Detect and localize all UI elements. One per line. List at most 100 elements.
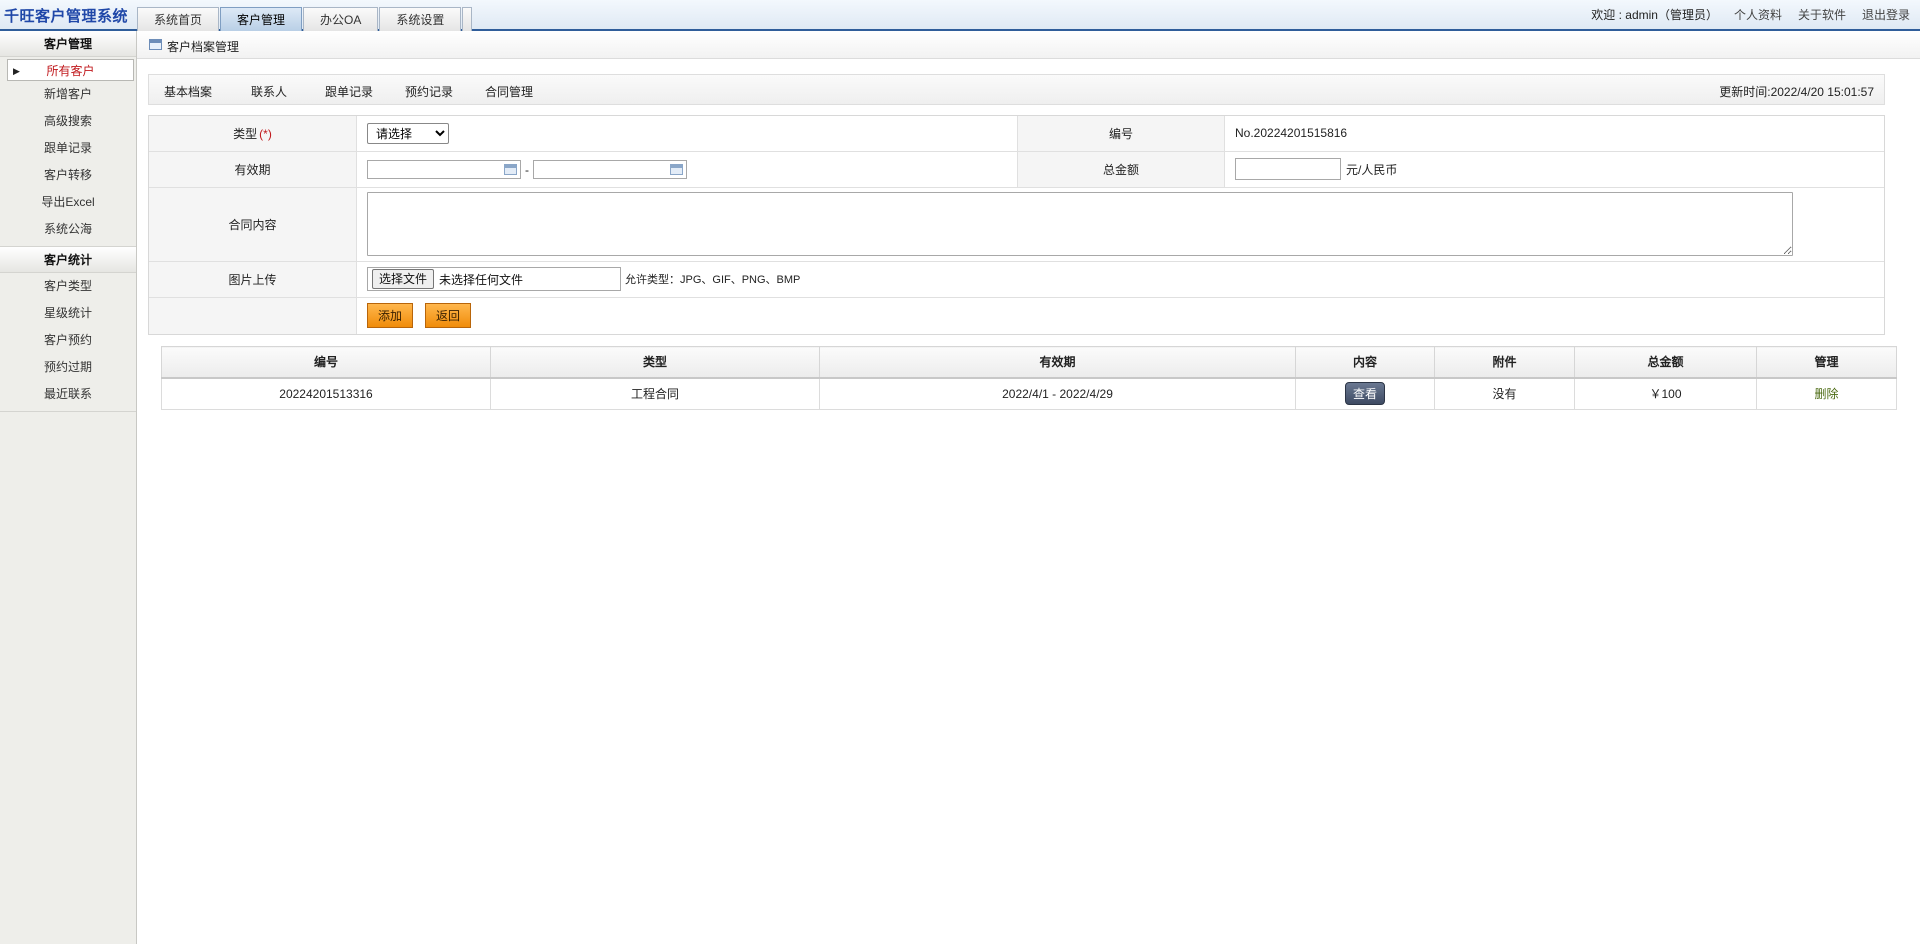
profile-link[interactable]: 个人资料 [1734,6,1782,23]
nav-tab-oa[interactable]: 办公OA [303,7,379,31]
back-button[interactable]: 返回 [425,303,471,328]
delete-link[interactable]: 删除 [1814,387,1838,401]
sidebar-item-expired[interactable]: 预约过期 [0,354,136,381]
col-validity: 有效期 [819,346,1296,379]
file-input[interactable]: 选择文件 未选择任何文件 [367,267,621,291]
cell-total: ￥100 [1574,377,1757,410]
form-row-content: 合同内容 [149,188,1884,262]
cell-manage: 删除 [1756,377,1897,410]
page-header: 客户档案管理 [137,31,1920,59]
nav-tab-customer[interactable]: 客户管理 [220,7,303,31]
sidebar-item-appointments[interactable]: 客户预约 [0,327,136,354]
cell-validity: 2022/4/1 - 2022/4/29 [819,377,1296,410]
type-select[interactable]: 请选择 [367,123,449,144]
nav-tab-settings[interactable]: 系统设置 [379,7,462,31]
sidebar-divider [0,408,136,412]
sidebar: 客户管理 ▶ 所有客户 新增客户 高级搜索 跟单记录 客户转移 导出Excel … [0,31,137,944]
actions-label [149,298,357,334]
cell-content: 查看 [1295,377,1435,410]
calendar-icon[interactable] [504,164,517,175]
col-content: 内容 [1295,346,1435,379]
choose-file-button[interactable]: 选择文件 [372,269,435,289]
tab-followup[interactable]: 跟单记录 [325,83,373,100]
total-cell: 元/人民币 [1235,158,1397,180]
date-from-input[interactable] [367,160,521,179]
required-mark: (*) [259,126,272,141]
sidebar-group-title: 客户管理 [0,31,136,57]
form-row-validity: 有效期 - 总金额 元/人民币 [149,152,1884,188]
main-content: 客户档案管理 基本档案 联系人 跟单记录 预约记录 合同管理 更新时间:2022… [137,31,1920,944]
validity-cell: - [367,160,687,179]
caret-right-icon: ▶ [13,66,20,76]
form-row-type: 类型 (*) 请选择 编号 No.20224201515816 [149,116,1884,152]
cell-type: 工程合同 [490,377,820,410]
contract-form: 类型 (*) 请选择 编号 No.20224201515816 有效期 - 总金… [148,115,1885,335]
tab-appointments[interactable]: 预约记录 [405,83,453,100]
view-button[interactable]: 查看 [1344,382,1385,406]
nav-tab-home[interactable]: 系统首页 [137,7,220,31]
table-row: 20224201513316 工程合同 2022/4/1 - 2022/4/29… [161,377,1897,410]
sidebar-group-customer: 客户管理 ▶ 所有客户 新增客户 高级搜索 跟单记录 客户转移 导出Excel … [0,31,136,243]
allowed-types: 允许类型：JPG、GIF、PNG、BMP [625,274,801,286]
validity-label: 有效期 [149,152,357,187]
tab-contracts[interactable]: 合同管理 [485,83,533,100]
top-header: 千旺客户管理系统 系统首页 客户管理 办公OA 系统设置 欢迎 : admin（… [0,0,1920,31]
upload-label: 图片上传 [149,262,357,297]
sidebar-item-followup[interactable]: 跟单记录 [0,135,136,162]
user-area: 欢迎 : admin（管理员） 个人资料 关于软件 退出登录 [1591,6,1910,23]
content-label: 合同内容 [149,188,357,261]
type-label-text: 类型 [233,127,258,141]
type-cell: 请选择 [367,123,449,144]
sidebar-item-new-customer[interactable]: 新增客户 [0,81,136,108]
page-title: 客户档案管理 [167,40,240,54]
sidebar-item-recent-contact[interactable]: 最近联系 [0,381,136,408]
date-to-input[interactable] [533,160,687,179]
col-type: 类型 [490,346,820,379]
actions-cell: 添加 返回 [367,303,483,328]
window-icon [149,39,162,50]
col-attachment: 附件 [1434,346,1575,379]
table-header-row: 编号 类型 有效期 内容 附件 总金额 管理 [161,346,1897,379]
sidebar-item-advanced-search[interactable]: 高级搜索 [0,108,136,135]
sub-tabs: 基本档案 联系人 跟单记录 预约记录 合同管理 更新时间:2022/4/20 1… [148,74,1885,105]
form-row-actions: 添加 返回 [149,298,1884,334]
tab-contacts[interactable]: 联系人 [251,83,287,100]
sidebar-item-customer-type[interactable]: 客户类型 [0,273,136,300]
currency-unit: 元/人民币 [1346,162,1398,177]
sidebar-item-star-stats[interactable]: 星级统计 [0,300,136,327]
type-label: 类型 (*) [149,116,357,151]
about-link[interactable]: 关于软件 [1798,6,1846,23]
calendar-icon[interactable] [670,164,683,175]
sidebar-item-public-pool[interactable]: 系统公海 [0,216,136,243]
app-title: 千旺客户管理系统 [4,8,129,25]
col-manage: 管理 [1756,346,1897,379]
total-amount-input[interactable] [1235,158,1341,180]
update-time: 更新时间:2022/4/20 15:01:57 [1719,85,1874,99]
sidebar-item-label: 所有客户 [46,64,95,78]
col-number: 编号 [161,346,491,379]
form-row-upload: 图片上传 选择文件 未选择任何文件 允许类型：JPG、GIF、PNG、BMP [149,262,1884,298]
total-label: 总金额 [1017,152,1225,187]
number-label: 编号 [1017,116,1225,151]
sidebar-item-all-customers[interactable]: ▶ 所有客户 [7,59,134,81]
date-separator: - [525,162,529,177]
contract-table: 编号 类型 有效期 内容 附件 总金额 管理 20224201513316 工程… [161,346,1897,410]
content-cell [367,192,1793,256]
sidebar-item-transfer[interactable]: 客户转移 [0,162,136,189]
welcome-text: 欢迎 : admin（管理员） [1591,8,1718,22]
cell-attachment: 没有 [1434,377,1575,410]
number-value: No.20224201515816 [1235,126,1348,140]
col-total: 总金额 [1574,346,1757,379]
cell-number: 20224201513316 [161,377,491,410]
logout-link[interactable]: 退出登录 [1862,6,1910,23]
file-status: 未选择任何文件 [439,272,524,287]
sidebar-item-export-excel[interactable]: 导出Excel [0,189,136,216]
tab-basic-profile[interactable]: 基本档案 [164,83,212,100]
sidebar-group-title: 客户统计 [0,247,136,273]
main-nav: 系统首页 客户管理 办公OA 系统设置 [137,7,473,31]
nav-tab-end [462,7,473,31]
add-button[interactable]: 添加 [367,303,413,328]
sidebar-group-stats: 客户统计 客户类型 星级统计 客户预约 预约过期 最近联系 [0,247,136,408]
contract-content-textarea[interactable] [367,192,1793,256]
upload-cell: 选择文件 未选择任何文件 允许类型：JPG、GIF、PNG、BMP [367,267,800,291]
